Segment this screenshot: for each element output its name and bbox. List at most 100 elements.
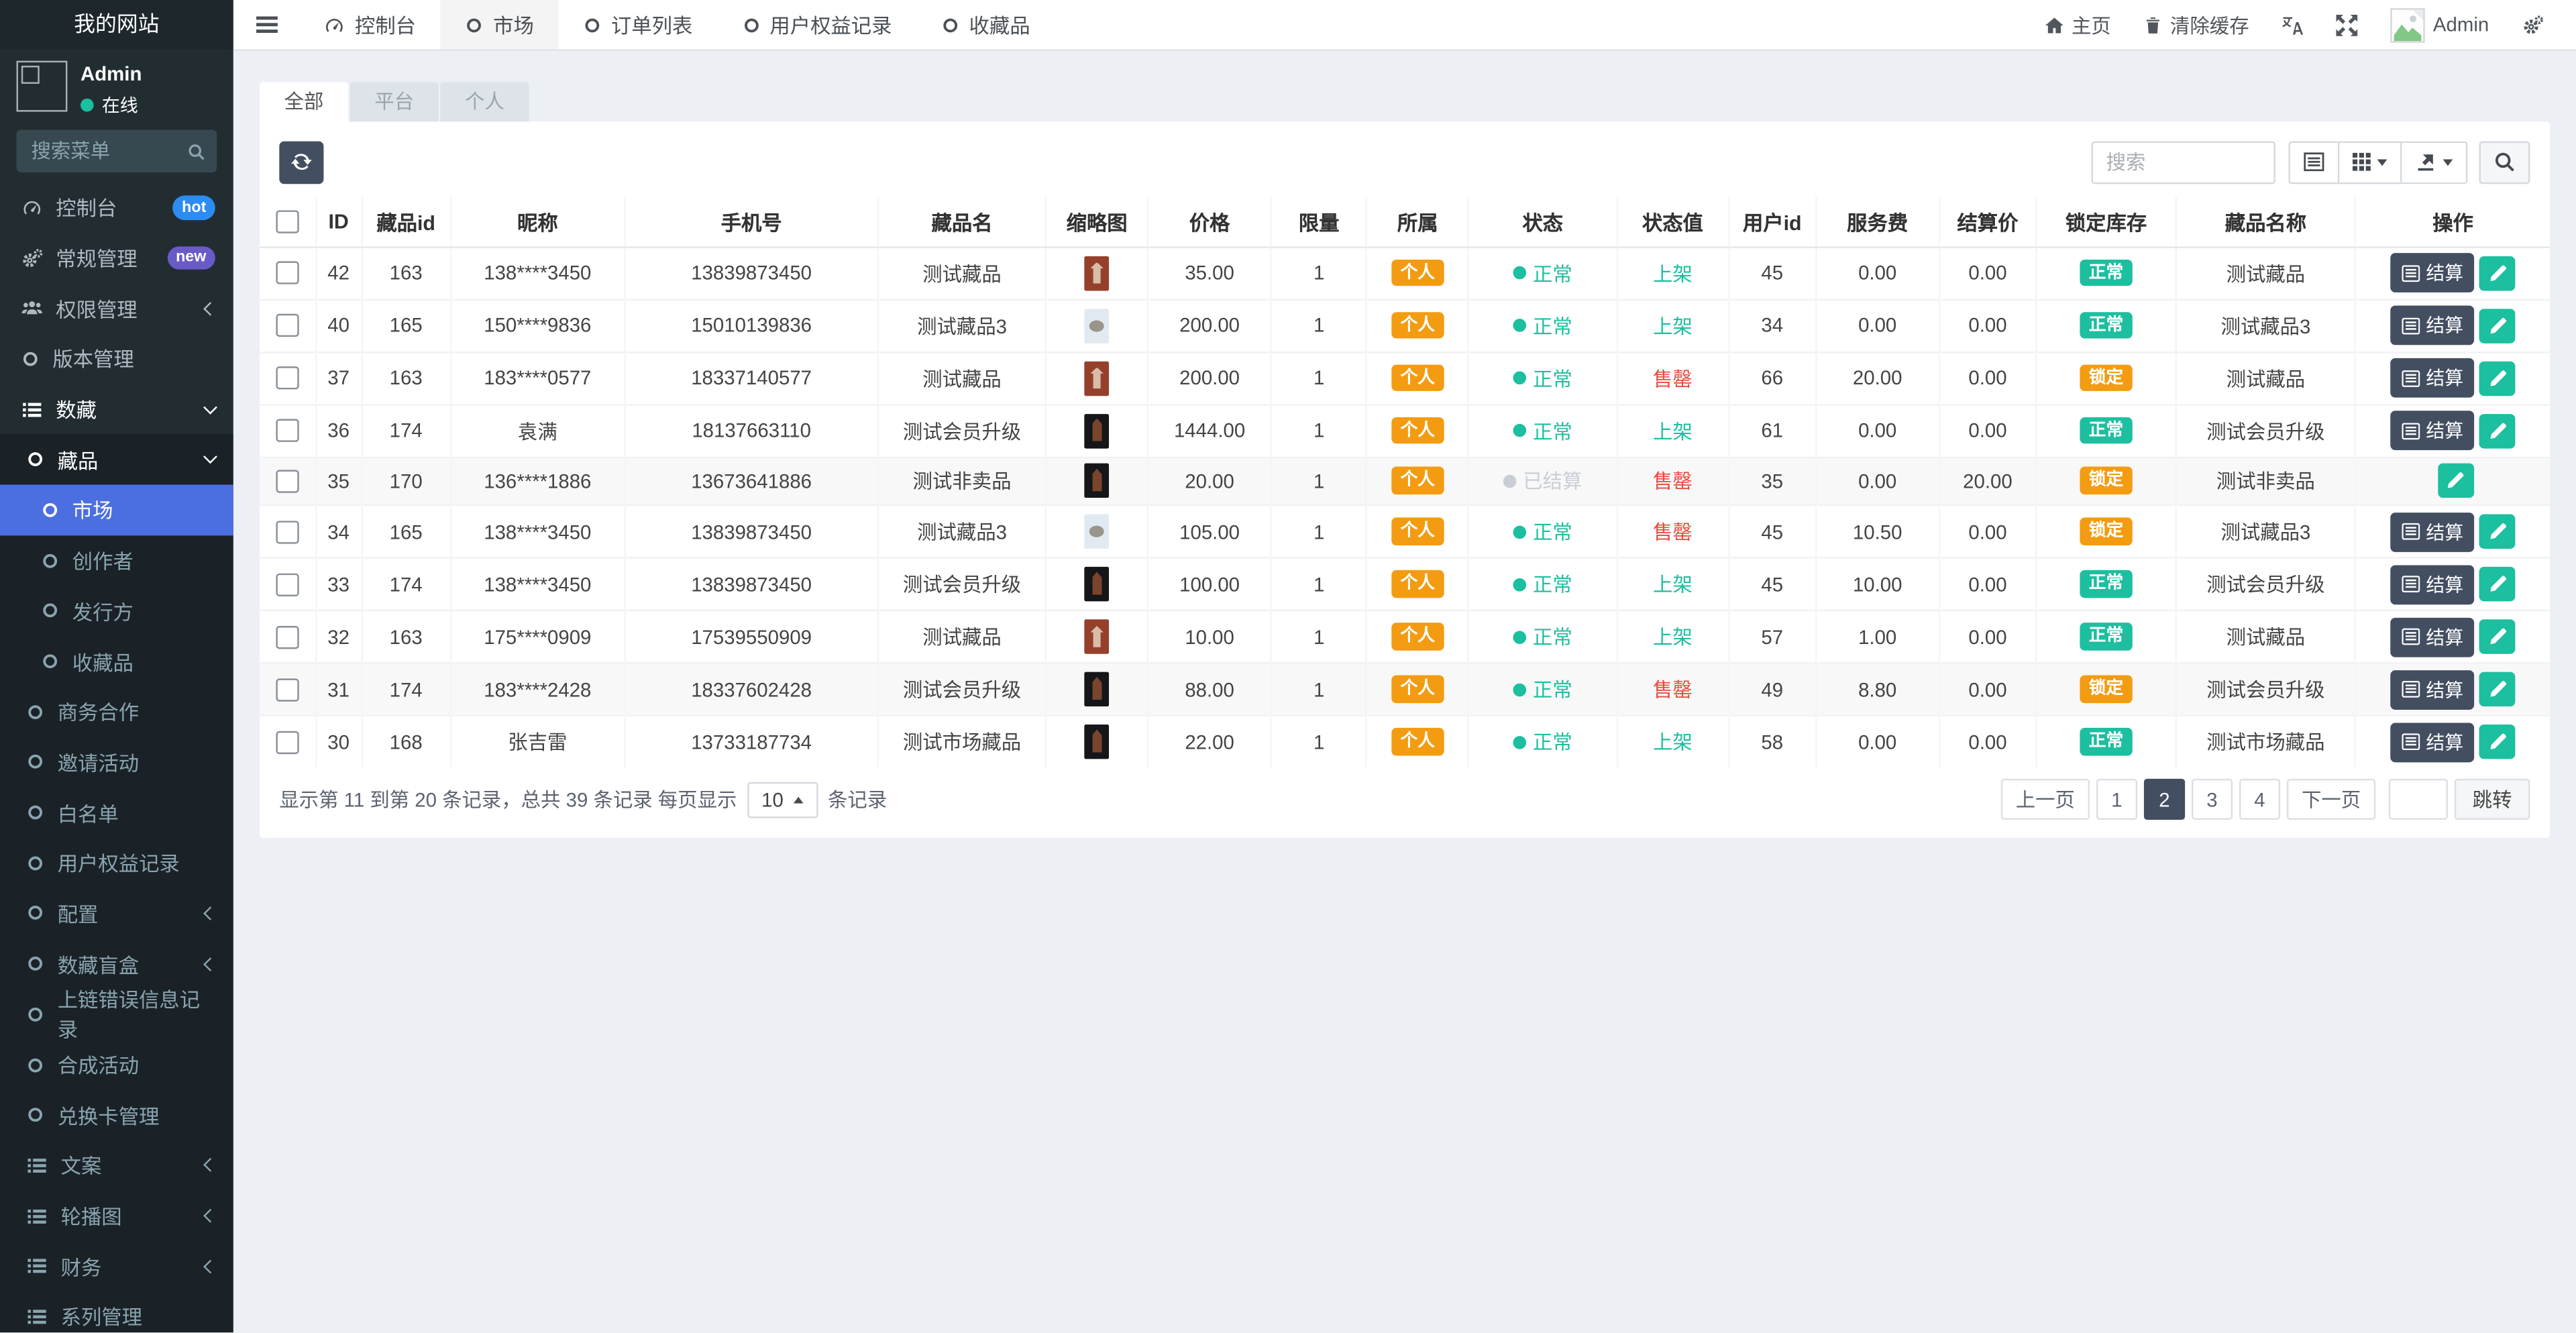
topbar-tab-order-list[interactable]: 订单列表 — [559, 0, 717, 49]
lock-stock-badge: 正常 — [2080, 623, 2132, 651]
row-checkbox[interactable] — [276, 262, 299, 284]
sidebar-item-console[interactable]: 控制台hot — [0, 182, 233, 233]
sidebar-item-synthesis-activity[interactable]: 合成活动 — [0, 1039, 233, 1089]
sidebar-item-business-coop[interactable]: 商务合作 — [0, 686, 233, 737]
edit-button[interactable] — [2480, 256, 2516, 290]
tab-all[interactable]: 全部 — [260, 81, 348, 121]
sidebar-item-finance[interactable]: 财务 — [0, 1241, 233, 1291]
sidebar-item-general-admin[interactable]: 常规管理new — [0, 233, 233, 283]
cell-item-id: 163 — [362, 246, 450, 299]
sidebar-item-config[interactable]: 配置 — [0, 888, 233, 939]
cell-status: 正常 — [1468, 352, 1617, 404]
row-checkbox[interactable] — [276, 731, 299, 754]
search-icon[interactable] — [187, 140, 205, 169]
settle-button[interactable]: 结算 — [2390, 306, 2475, 345]
topbar-tab-market[interactable]: 市场 — [441, 0, 559, 49]
sidebar-item-redeem-card-admin[interactable]: 兑换卡管理 — [0, 1090, 233, 1140]
export-button[interactable] — [2402, 140, 2467, 183]
hamburger-menu-icon[interactable] — [233, 0, 299, 49]
sidebar-item-chain-error-record[interactable]: 上链错误信息记录 — [0, 989, 233, 1039]
status-label: 正常 — [1533, 570, 1572, 598]
edit-button[interactable] — [2480, 725, 2516, 759]
settle-button[interactable]: 结算 — [2390, 512, 2475, 551]
edit-button[interactable] — [2480, 672, 2516, 706]
jump-button[interactable]: 跳转 — [2455, 779, 2530, 820]
settle-button[interactable]: 结算 — [2390, 253, 2475, 292]
settle-button[interactable]: 结算 — [2390, 358, 2475, 398]
site-title[interactable]: 我的网站 — [0, 0, 233, 49]
topbar-tab-collections[interactable]: 收藏品 — [916, 0, 1055, 49]
edit-button[interactable] — [2480, 413, 2516, 447]
edit-button[interactable] — [2480, 361, 2516, 395]
cell-phone: 13839873450 — [625, 505, 878, 557]
column-header: 缩略图 — [1046, 197, 1148, 247]
sidebar-item-whitelist[interactable]: 白名单 — [0, 788, 233, 838]
sidebar-item-collection[interactable]: 收藏品 — [0, 636, 233, 686]
topbar-tab-user-rights-record[interactable]: 用户权益记录 — [717, 0, 916, 49]
page-button-1[interactable]: 1 — [2096, 779, 2137, 820]
tab-platform[interactable]: 平台 — [350, 81, 439, 121]
sidebar-item-copywriting[interactable]: 文案 — [0, 1140, 233, 1191]
settle-button[interactable]: 结算 — [2390, 564, 2475, 604]
tab-personal[interactable]: 个人 — [440, 81, 529, 121]
edit-button[interactable] — [2480, 567, 2516, 601]
home-button[interactable]: 主页 — [2029, 0, 2127, 49]
select-all-checkbox[interactable] — [276, 210, 299, 233]
row-checkbox[interactable] — [276, 678, 299, 701]
sidebar-item-invite-activity[interactable]: 邀请活动 — [0, 737, 233, 788]
page-button-2[interactable]: 2 — [2144, 779, 2185, 820]
sidebar-item-blindbox[interactable]: 数藏盲盒 — [0, 939, 233, 989]
settle-button[interactable]: 结算 — [2390, 722, 2475, 761]
settings-button[interactable] — [2506, 0, 2560, 49]
edit-button[interactable] — [2480, 619, 2516, 653]
online-status-label: 在线 — [102, 92, 138, 118]
sidebar-item-permission-admin[interactable]: 权限管理 — [0, 283, 233, 333]
settle-button[interactable]: 结算 — [2390, 617, 2475, 657]
edit-button[interactable] — [2480, 308, 2516, 342]
edit-button[interactable] — [2480, 515, 2516, 549]
page-button-3[interactable]: 3 — [2192, 779, 2233, 820]
settle-button[interactable]: 结算 — [2390, 411, 2475, 450]
jump-page-input[interactable] — [2389, 779, 2448, 820]
sidebar-item-issuer[interactable]: 发行方 — [0, 586, 233, 636]
row-checkbox[interactable] — [276, 315, 299, 337]
translate-button[interactable] — [2265, 0, 2320, 49]
prev-page-button[interactable]: 上一页 — [2001, 779, 2090, 820]
topbar-tab-console[interactable]: 控制台 — [299, 0, 441, 49]
row-checkbox[interactable] — [276, 626, 299, 649]
next-page-button[interactable]: 下一页 — [2287, 779, 2375, 820]
row-checkbox[interactable] — [276, 521, 299, 543]
admin-user-menu[interactable]: Admin — [2374, 0, 2506, 49]
sidebar-item-cangpin[interactable]: 藏品 — [0, 435, 233, 485]
row-checkbox[interactable] — [276, 470, 299, 493]
online-status-dot — [80, 99, 94, 112]
toggle-pagination-button[interactable] — [2288, 140, 2339, 183]
cell-price: 100.00 — [1148, 557, 1271, 610]
table-search-input[interactable] — [2092, 140, 2275, 183]
pencil-icon — [2489, 369, 2507, 387]
row-checkbox[interactable] — [276, 419, 299, 442]
row-checkbox[interactable] — [276, 367, 299, 390]
sidebar-item-creator[interactable]: 创作者 — [0, 535, 233, 586]
sidebar-item-series-admin[interactable]: 系列管理 — [0, 1291, 233, 1333]
columns-button[interactable] — [2339, 140, 2402, 183]
table-search-button[interactable] — [2479, 140, 2530, 183]
page-size-select[interactable]: 10 — [747, 781, 818, 817]
cell-item-id: 170 — [362, 457, 450, 505]
row-checkbox[interactable] — [276, 573, 299, 596]
fullscreen-button[interactable] — [2320, 0, 2374, 49]
sidebar-item-user-rights-record[interactable]: 用户权益记录 — [0, 838, 233, 888]
settle-button[interactable]: 结算 — [2390, 670, 2475, 709]
page-button-4[interactable]: 4 — [2239, 779, 2280, 820]
sidebar-item-carousel[interactable]: 轮播图 — [0, 1191, 233, 1241]
cell-id: 37 — [315, 352, 362, 404]
edit-button[interactable] — [2437, 464, 2473, 498]
cell-user-id: 45 — [1729, 505, 1816, 557]
refresh-button[interactable] — [279, 140, 323, 183]
sidebar-item-market[interactable]: 市场 — [0, 485, 233, 535]
sidebar-item-shucang[interactable]: 数藏 — [0, 384, 233, 434]
cell-limit: 1 — [1271, 716, 1366, 767]
clear-cache-button[interactable]: 清除缓存 — [2127, 0, 2265, 49]
sidebar-item-version-admin[interactable]: 版本管理 — [0, 333, 233, 384]
status-dot — [1513, 578, 1527, 591]
